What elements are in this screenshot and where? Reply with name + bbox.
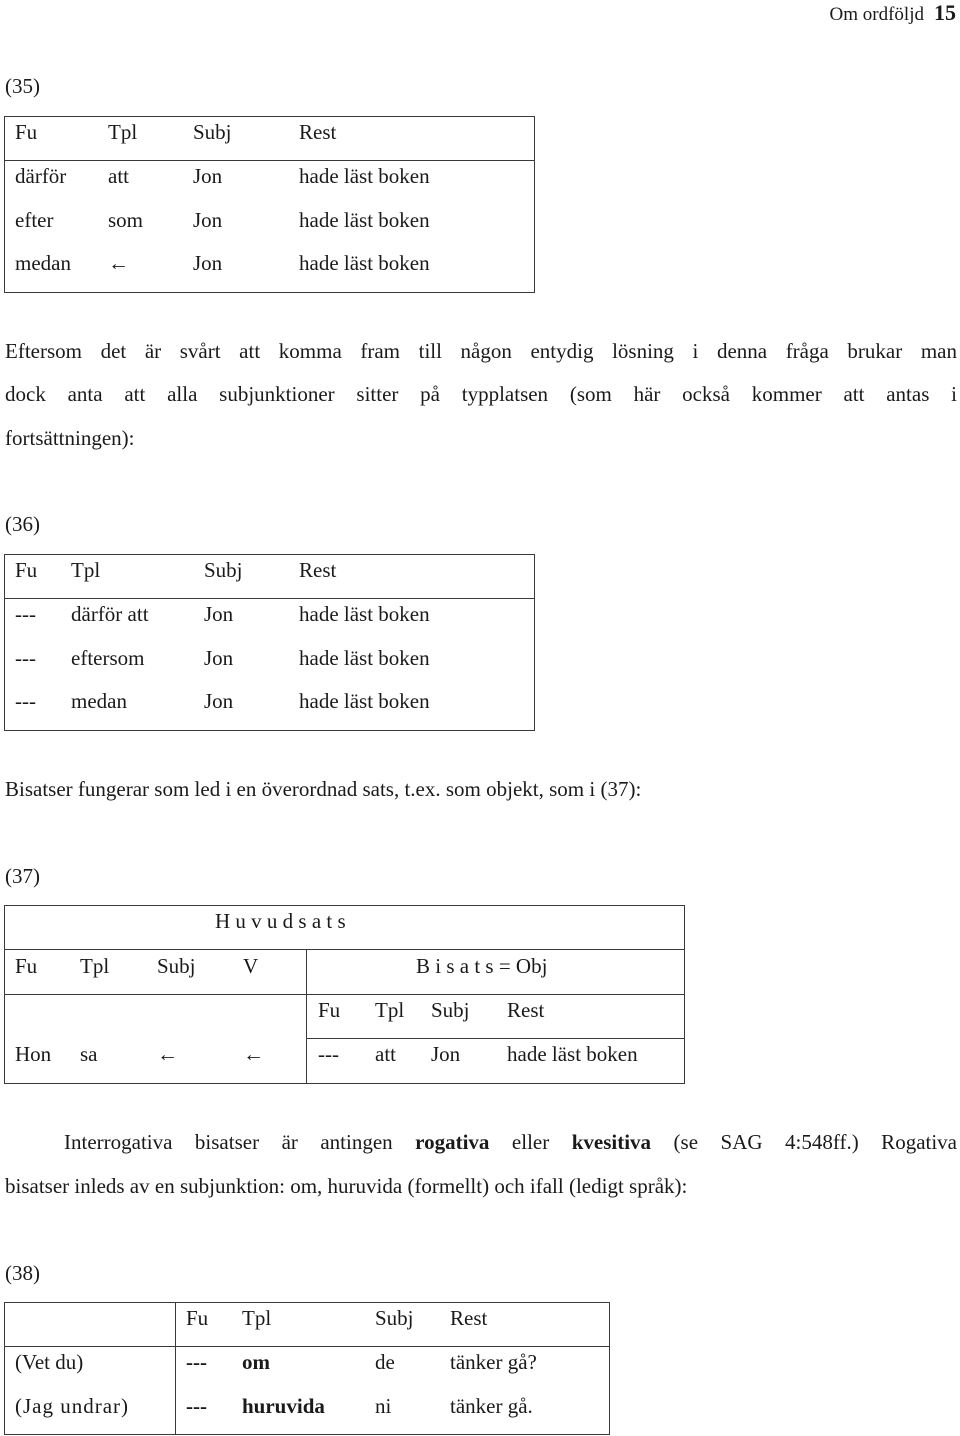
col-header-rest: Rest [507, 998, 545, 1022]
cell-fu: --- [15, 646, 36, 670]
col-header-subj: Subj [204, 558, 243, 582]
cell-tpl: därför att [71, 602, 149, 626]
col-header-fu: Fu [15, 558, 38, 582]
paragraph-line: Interrogativa bisatser är antingen rogat… [64, 1130, 957, 1155]
col-header-subj: Subj [193, 120, 232, 144]
page-number: 15 [934, 0, 956, 25]
cell-fu: efter [15, 208, 54, 232]
example-36-label: (36) [5, 512, 40, 536]
paragraph-line: bisatser inleds av en subjunktion: om, h… [5, 1174, 688, 1198]
text: eller [489, 1130, 572, 1154]
column-divider [306, 949, 307, 1084]
cell-tpl: sa [80, 1042, 98, 1066]
left-arrow-icon: ← [108, 251, 129, 275]
cell-fu: --- [318, 1042, 339, 1066]
example-35-label: (35) [5, 74, 40, 98]
col-header-rest: Rest [450, 1306, 488, 1330]
header-divider [4, 160, 535, 161]
cell-lead: (Vet du) [15, 1350, 84, 1374]
cell-subj: Jon [193, 251, 223, 275]
col-header-tpl: Tpl [71, 558, 101, 582]
col-header-tpl: Tpl [108, 120, 138, 144]
cell-fu: Hon [15, 1042, 52, 1066]
left-arrow-icon: ← [157, 1042, 178, 1066]
row-divider [306, 1038, 685, 1039]
cell-rest: hade läst boken [299, 208, 430, 232]
example-37-label: (37) [5, 864, 40, 888]
left-arrow-icon: ← [243, 1042, 264, 1066]
col-header-tpl: Tpl [80, 954, 110, 978]
cell-rest: tänker gå? [450, 1350, 537, 1374]
header-divider [4, 1346, 610, 1347]
paragraph-line: fortsättningen): [5, 426, 135, 450]
cell-fu: --- [186, 1350, 207, 1374]
header-title: Om ordföljd [829, 4, 924, 25]
cell-tpl: medan [71, 689, 127, 713]
cell-tpl: att [375, 1042, 396, 1066]
cell-rest: hade läst boken [299, 164, 430, 188]
cell-fu: därför [15, 164, 67, 188]
cell-rest: hade läst boken [299, 689, 430, 713]
cell-subj: Jon [204, 602, 234, 626]
cell-subj: Jon [193, 164, 223, 188]
row-divider [4, 994, 685, 995]
cell-rest: tänker gå. [450, 1394, 533, 1418]
cell-tpl: som [108, 208, 144, 232]
col-header-tpl: Tpl [375, 998, 405, 1022]
cell-tpl: att [108, 164, 129, 188]
term-rogativa: rogativa [415, 1130, 490, 1154]
cell-tpl: huruvida [242, 1394, 325, 1418]
col-header-subj: Subj [375, 1306, 414, 1330]
paragraph-2: Bisatser fungerar som led i en överordna… [5, 777, 642, 801]
col-header-fu: Fu [186, 1306, 209, 1330]
cell-tpl: om [242, 1350, 270, 1374]
cell-subj: Jon [193, 208, 223, 232]
cell-rest: hade läst boken [299, 602, 430, 626]
row-divider [4, 949, 685, 950]
cell-rest: hade läst boken [299, 646, 430, 670]
term-kvesitiva: kvesitiva [571, 1130, 652, 1154]
cell-tpl: eftersom [71, 646, 145, 670]
col-header-subj: Subj [431, 998, 470, 1022]
sub-clause-title: B i s a t s = Obj [416, 954, 548, 978]
col-header-fu: Fu [15, 954, 38, 978]
cell-subj: ni [375, 1394, 392, 1418]
cell-subj: Jon [204, 689, 234, 713]
paragraph-line: Eftersom det är svårt att komma fram til… [5, 339, 957, 363]
col-header-tpl: Tpl [242, 1306, 272, 1330]
main-clause-title: H u v u d s a t s [215, 909, 346, 933]
col-header-v: V [243, 954, 259, 978]
cell-subj: de [375, 1350, 395, 1374]
running-header: Om ordföljd 15 [830, 0, 956, 26]
col-header-rest: Rest [299, 558, 337, 582]
cell-subj: Jon [431, 1042, 461, 1066]
cell-rest: hade läst boken [299, 251, 430, 275]
cell-lead: (Jag undrar) [15, 1394, 130, 1418]
header-divider [4, 598, 535, 599]
cell-fu: --- [186, 1394, 207, 1418]
col-header-rest: Rest [299, 120, 337, 144]
col-header-subj: Subj [157, 954, 196, 978]
cell-fu: --- [15, 689, 36, 713]
table-border [4, 116, 535, 293]
text: Interrogativa bisatser är antingen [64, 1130, 416, 1154]
col-header-fu: Fu [318, 998, 341, 1022]
cell-rest: hade läst boken [507, 1042, 638, 1066]
example-38-label: (38) [5, 1261, 40, 1285]
text: (se SAG 4:548ff.) Rogativa [651, 1130, 957, 1154]
paragraph-line: dock anta att alla subjunktioner sitter … [5, 382, 957, 406]
col-header-fu: Fu [15, 120, 38, 144]
column-divider [175, 1302, 176, 1435]
cell-subj: Jon [204, 646, 234, 670]
cell-fu: --- [15, 602, 36, 626]
cell-fu: medan [15, 251, 71, 275]
